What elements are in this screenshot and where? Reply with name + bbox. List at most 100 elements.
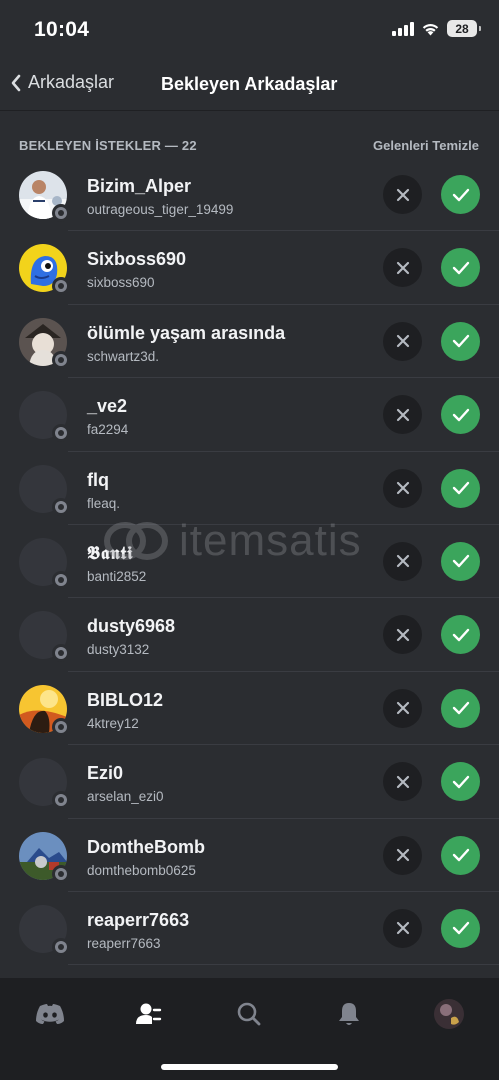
- decline-button[interactable]: [383, 615, 422, 655]
- close-icon: [396, 628, 409, 641]
- close-icon: [396, 481, 409, 495]
- offline-status-icon: [52, 937, 70, 956]
- request-row[interactable]: Ezi0 arselan_ezi0: [0, 745, 499, 819]
- display-name: Ezi0: [87, 763, 124, 784]
- nav-header: Arkadaşlar Bekleyen Arkadaşlar: [0, 58, 499, 111]
- check-icon: [452, 848, 469, 862]
- decline-button[interactable]: [383, 541, 422, 581]
- request-row[interactable]: DomtheBomb domthebomb0625: [0, 819, 499, 892]
- accept-button[interactable]: [441, 688, 480, 728]
- decline-button[interactable]: [383, 468, 422, 508]
- display-name: flq: [87, 469, 109, 490]
- accept-button[interactable]: [441, 175, 480, 214]
- close-icon: [396, 775, 409, 788]
- decline-button[interactable]: [383, 248, 422, 288]
- decline-button[interactable]: [383, 688, 422, 728]
- section-header: BEKLEYEN İSTEKLER — 22 Gelenleri Temizle: [19, 138, 479, 154]
- check-icon: [452, 408, 469, 421]
- username: sixboss690: [87, 275, 155, 291]
- request-row[interactable]: Sixboss690 sixboss690: [0, 231, 499, 305]
- avatar: [19, 684, 70, 736]
- status-time: 10:04: [34, 18, 90, 41]
- request-row[interactable]: reaperr7663 reaperr7663: [0, 892, 499, 966]
- check-icon: [452, 775, 469, 788]
- tab-notifications[interactable]: [329, 994, 369, 1034]
- check-icon: [452, 188, 469, 201]
- username: schwartz3d.: [87, 348, 160, 364]
- decline-button[interactable]: [383, 762, 422, 802]
- bell-icon: [339, 1003, 359, 1025]
- request-row[interactable]: flq fleaq.: [0, 452, 499, 525]
- avatar: [19, 171, 70, 222]
- close-icon: [396, 408, 409, 421]
- avatar: [19, 391, 70, 443]
- accept-button[interactable]: [441, 908, 480, 948]
- avatar: [19, 244, 70, 296]
- accept-button[interactable]: [441, 395, 480, 435]
- tab-friends[interactable]: [128, 994, 168, 1034]
- friends-icon: [136, 1003, 162, 1024]
- avatar: [19, 464, 70, 516]
- close-icon: [396, 188, 409, 201]
- decline-button[interactable]: [383, 908, 422, 948]
- home-indicator: [161, 1064, 338, 1070]
- offline-status-icon: [52, 864, 70, 883]
- request-row[interactable]: ölümle yaşam arasında schwartz3d.: [0, 305, 499, 379]
- request-row[interactable]: dusty6968 dusty3132: [0, 598, 499, 672]
- pending-request-list: Bizim_Alper outrageous_tiger_19499 Sixbo…: [0, 158, 499, 966]
- offline-status-icon: [52, 717, 70, 736]
- request-row[interactable]: BIBLO12 4ktrey12: [0, 672, 499, 746]
- offline-status-icon: [52, 570, 70, 589]
- decline-button[interactable]: [383, 835, 422, 875]
- close-icon: [396, 555, 409, 568]
- display-name: Bizim_Alper: [87, 176, 192, 196]
- tab-search[interactable]: [229, 994, 269, 1034]
- offline-status-icon: [52, 644, 70, 663]
- display-name: ölümle yaşam arasında: [87, 322, 286, 343]
- clear-incoming-button[interactable]: Gelenleri Temizle: [373, 138, 479, 153]
- request-row[interactable]: Bizim_Alper outrageous_tiger_19499: [0, 158, 499, 232]
- display-name: Sixboss690: [87, 249, 187, 270]
- accept-button[interactable]: [441, 321, 480, 361]
- offline-status-icon: [52, 204, 70, 222]
- avatar: [19, 758, 70, 810]
- accept-button[interactable]: [441, 468, 480, 508]
- avatar: [19, 537, 70, 589]
- page-title: Bekleyen Arkadaşlar: [161, 74, 338, 94]
- accept-button[interactable]: [441, 541, 480, 581]
- close-icon: [396, 261, 409, 274]
- tab-home[interactable]: [30, 994, 70, 1034]
- offline-status-icon: [52, 424, 70, 443]
- username: arselan_ezi0: [87, 789, 164, 805]
- check-icon: [452, 628, 469, 642]
- username: banti2852: [87, 568, 147, 584]
- pending-count-heading: BEKLEYEN İSTEKLER — 22: [19, 138, 197, 153]
- tab-profile[interactable]: [429, 994, 469, 1034]
- username: 4ktrey12: [87, 715, 139, 731]
- discord-icon: [36, 1004, 64, 1024]
- accept-button[interactable]: [441, 615, 480, 655]
- avatar: [19, 904, 70, 956]
- close-icon: [396, 848, 409, 862]
- avatar: [19, 831, 70, 883]
- check-icon: [452, 555, 469, 568]
- back-button[interactable]: Arkadaşlar: [10, 72, 114, 93]
- profile-avatar: [434, 999, 464, 1029]
- accept-button[interactable]: [441, 762, 480, 802]
- username: dusty3132: [87, 642, 150, 658]
- decline-button[interactable]: [383, 175, 422, 214]
- accept-button[interactable]: [441, 835, 480, 875]
- decline-button[interactable]: [383, 321, 422, 361]
- request-row[interactable]: _ve2 fa2294: [0, 378, 499, 452]
- username: outrageous_tiger_19499: [87, 202, 234, 217]
- request-row[interactable]: 𝕭𝖆𝖓𝖙𝖎 banti2852: [0, 525, 499, 599]
- check-icon: [452, 922, 469, 935]
- wifi-icon: [422, 23, 439, 35]
- decline-button[interactable]: [383, 395, 422, 435]
- accept-button[interactable]: [441, 248, 480, 288]
- back-label: Arkadaşlar: [28, 72, 115, 92]
- battery-indicator: 28: [447, 20, 481, 37]
- row-divider: [68, 964, 499, 966]
- signal-icon: [392, 21, 414, 36]
- display-name: dusty6968: [87, 616, 176, 637]
